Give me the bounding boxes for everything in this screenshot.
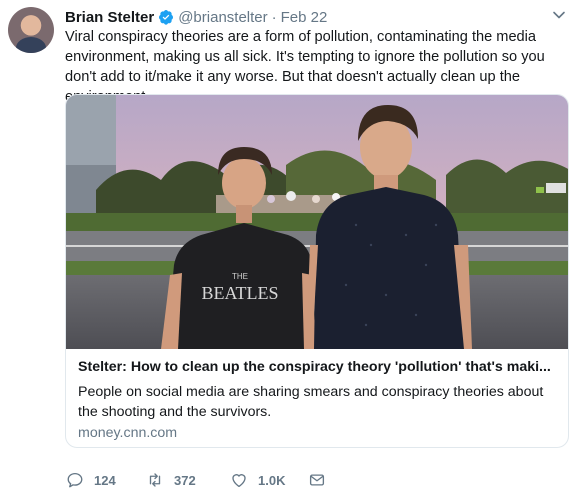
author-name[interactable]: Brian Stelter: [65, 9, 154, 26]
retweet-count: 372: [174, 472, 196, 488]
verified-badge-icon: [159, 10, 174, 25]
card-title[interactable]: Stelter: How to clean up the conspiracy …: [78, 359, 563, 375]
shirt-text-top: THE: [232, 272, 248, 281]
retweet-icon: [149, 473, 161, 487]
card-image: THE BEATLES: [66, 95, 568, 349]
tweet-date[interactable]: Feb 22: [281, 9, 328, 26]
card-domain[interactable]: money.cnn.com: [78, 425, 177, 441]
like-button[interactable]: 1.0K: [230, 471, 308, 489]
reply-count: 124: [94, 472, 116, 488]
direct-message-button[interactable]: [308, 471, 326, 489]
tweet[interactable]: Brian Stelter @brianstelter · Feb 22 Vir…: [0, 0, 576, 496]
reply-icon: [67, 472, 83, 488]
separator-dot: ·: [271, 8, 277, 26]
like-count: 1.0K: [258, 472, 286, 488]
like-icon: [232, 474, 246, 488]
shirt-text-main: BEATLES: [201, 283, 278, 303]
tweet-header: Brian Stelter @brianstelter · Feb 22: [65, 6, 327, 28]
reply-button[interactable]: 124: [66, 471, 146, 489]
author-handle[interactable]: @brianstelter: [178, 9, 267, 26]
retweet-button[interactable]: 372: [146, 471, 230, 489]
avatar[interactable]: [8, 7, 54, 53]
caret-down-icon[interactable]: [552, 8, 566, 22]
card-body: Stelter: How to clean up the conspiracy …: [66, 349, 568, 447]
direct-message-icon: [309, 474, 325, 486]
tweet-actions: 124 372 1.0K: [66, 470, 326, 490]
link-card[interactable]: THE BEATLES Stelter: How to clean up the…: [65, 94, 569, 448]
card-description: People on social media are sharing smear…: [78, 384, 544, 420]
